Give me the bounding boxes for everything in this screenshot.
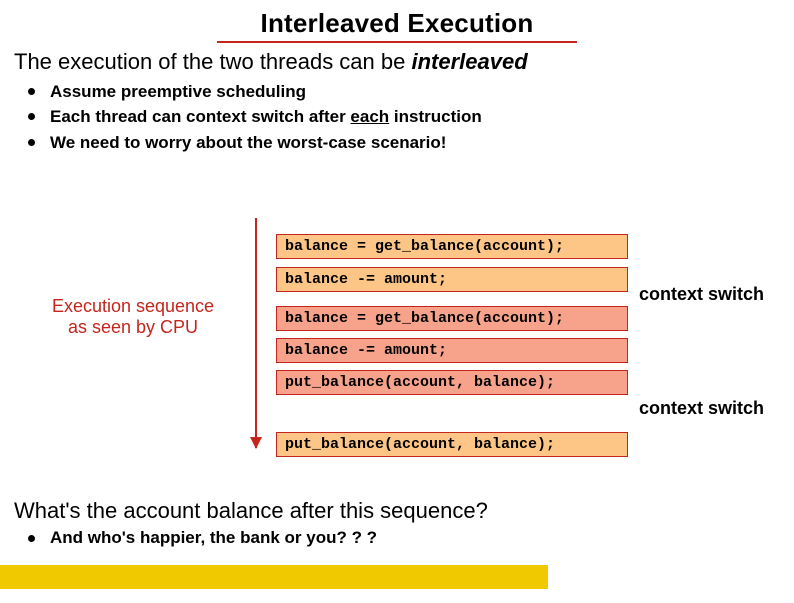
footer-bar: [0, 565, 548, 589]
code-line-thread-b: balance -= amount;: [276, 338, 628, 363]
bullet-text: instruction: [389, 107, 482, 126]
context-switch-label: context switch: [639, 398, 764, 419]
sequence-label-line1: Execution sequence: [52, 296, 214, 316]
bullet-list: Assume preemptive scheduling Each thread…: [28, 81, 794, 153]
sequence-label-line2: as seen by CPU: [68, 317, 198, 337]
bullet-item: We need to worry about the worst-case sc…: [28, 132, 794, 153]
bullet-item: And who's happier, the bank or you? ? ?: [28, 528, 377, 548]
code-line-thread-a: balance = get_balance(account);: [276, 234, 628, 259]
lead-prefix: The execution of the two threads can be: [14, 49, 411, 74]
slide-title: Interleaved Execution: [217, 8, 577, 43]
sequence-label: Execution sequence as seen by CPU: [38, 296, 228, 337]
timeline-arrow: [255, 218, 257, 448]
lead-emph: interleaved: [411, 49, 527, 74]
bullet-item: Each thread can context switch after eac…: [28, 106, 794, 127]
context-switch-label: context switch: [639, 284, 764, 305]
bullet-underlined: each: [350, 107, 389, 126]
execution-diagram: Execution sequence as seen by CPU balanc…: [0, 218, 794, 478]
code-line-thread-b: put_balance(account, balance);: [276, 370, 628, 395]
question-line: What's the account balance after this se…: [14, 498, 488, 524]
code-line-thread-b: balance = get_balance(account);: [276, 306, 628, 331]
bullet-item: Assume preemptive scheduling: [28, 81, 794, 102]
lead-line: The execution of the two threads can be …: [14, 49, 780, 75]
question-bullet-list: And who's happier, the bank or you? ? ?: [28, 528, 377, 548]
bullet-text: Each thread can context switch after: [50, 107, 350, 126]
code-line-thread-a: put_balance(account, balance);: [276, 432, 628, 457]
code-line-thread-a: balance -= amount;: [276, 267, 628, 292]
